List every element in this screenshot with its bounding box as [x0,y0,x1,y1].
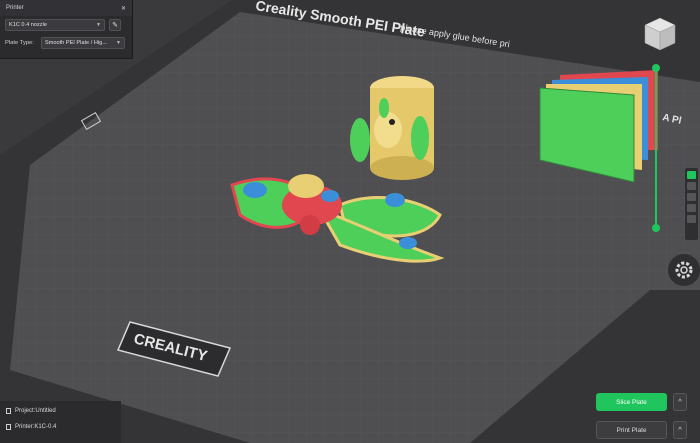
layer-slider-bottom-handle[interactable] [652,224,660,232]
pencil-icon: ✎ [112,22,118,29]
printer-panel: Printer ✕ K1C 0.4 nozzle ▼ ✎ Plate Type:… [0,0,133,59]
edit-printer-button[interactable]: ✎ [109,19,121,31]
3d-viewport[interactable]: Creality Smooth PEI Plate please apply g… [0,0,700,443]
layers-view-icon[interactable] [687,171,696,179]
supports-view-icon[interactable] [687,204,696,212]
chevron-down-icon: ▼ [116,40,121,46]
print-plate-button[interactable]: Print Plate [596,421,667,439]
print-options-button[interactable]: ^ [673,421,687,439]
chevron-down-icon: ▼ [96,22,101,28]
view-cube[interactable] [644,17,676,51]
preview-icon[interactable] [687,182,696,190]
close-icon[interactable]: ✕ [121,5,126,12]
printer-icon [6,424,11,430]
slice-options-button[interactable]: ^ [673,393,687,411]
gear-icon[interactable] [662,252,700,288]
slice-plate-button[interactable]: Slice Plate [596,393,667,411]
file-icon [6,408,11,414]
printer-select[interactable]: K1C 0.4 nozzle ▼ [5,19,105,31]
printer-panel-header: Printer ✕ [0,0,132,16]
printer-panel-title: Printer [6,5,24,11]
printer-select-value: K1C 0.4 nozzle [9,22,47,28]
project-status: Project:Untitled [0,405,121,417]
arrange-icon[interactable] [687,215,696,223]
plate-type-label: Plate Type: [5,40,34,46]
plate-type-row: Plate Type: Smooth PEI Plate / Hig... ▼ [0,34,132,52]
printer-label: Printer:K1C-0.4 [15,424,57,430]
status-panel: Project:Untitled Printer:K1C-0.4 [0,401,121,443]
printer-status: Printer:K1C-0.4 [0,421,121,433]
view-toolbar [685,168,698,240]
printer-row: K1C 0.4 nozzle ▼ ✎ [0,16,132,34]
speed-view-icon[interactable] [687,193,696,201]
project-label: Project:Untitled [15,408,56,414]
plate-type-select-value: Smooth PEI Plate / Hig... [45,40,107,46]
plate-type-select[interactable]: Smooth PEI Plate / Hig... ▼ [41,37,125,49]
layer-slider-top-handle[interactable] [652,64,660,72]
